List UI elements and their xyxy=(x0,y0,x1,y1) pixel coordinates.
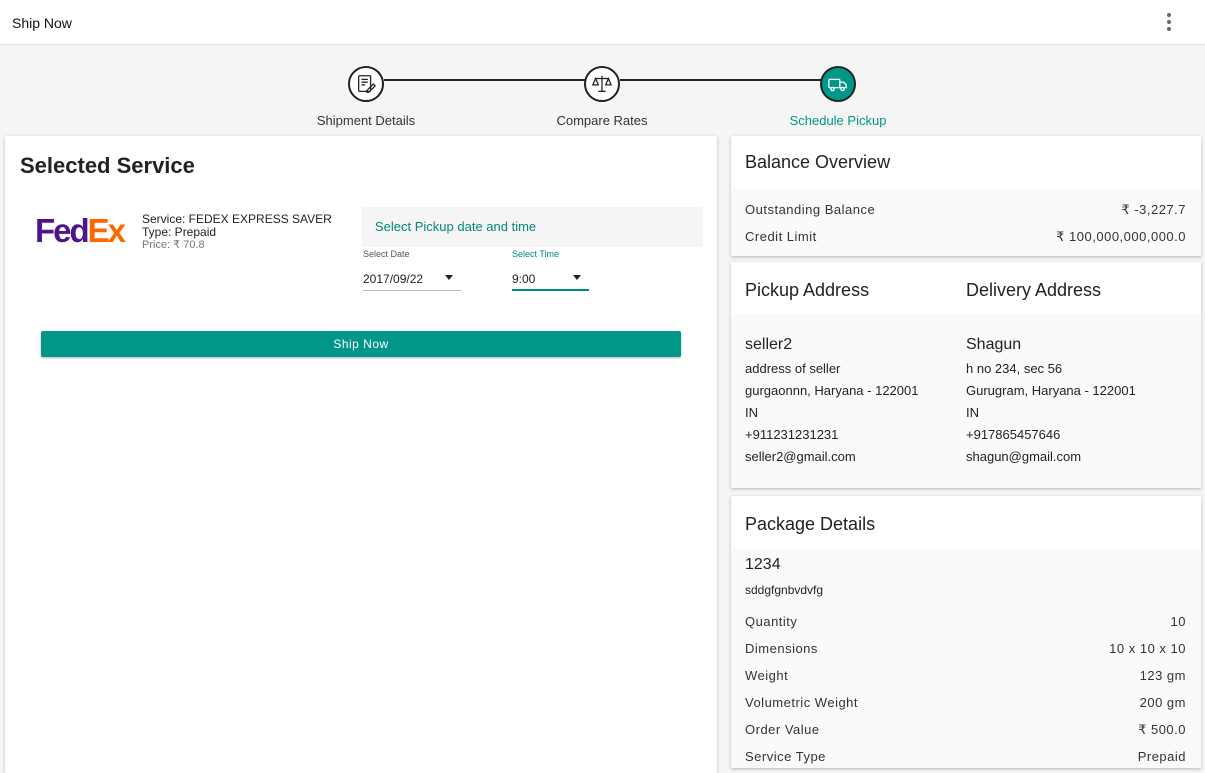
app-title: Ship Now xyxy=(12,15,72,31)
delivery-name: Shagun xyxy=(966,336,1022,353)
address-card: Pickup Address Delivery Address seller2 … xyxy=(731,262,1201,488)
pickup-country: IN xyxy=(745,405,758,420)
dropdown-arrow-icon xyxy=(445,275,453,280)
pickup-prompt: Select Pickup date and time xyxy=(375,219,537,234)
outstanding-label: Outstanding Balance xyxy=(745,202,876,217)
pickup-line1: address of seller xyxy=(745,361,841,376)
row-value: 10 x 10 x 10 xyxy=(1109,641,1186,656)
more-vert-icon[interactable] xyxy=(1159,12,1179,32)
row-label: Order Value xyxy=(745,722,820,737)
row-label: Weight xyxy=(745,668,789,683)
delivery-email: shagun@gmail.com xyxy=(966,449,1082,464)
step-label: Shipment Details xyxy=(316,113,416,128)
time-label: Select Time xyxy=(512,249,560,259)
row-label: Dimensions xyxy=(745,641,818,656)
address-header: Pickup Address Delivery Address xyxy=(731,262,1201,314)
outstanding-balance-row: Outstanding Balance ₹ -3,227.7 xyxy=(745,202,1186,218)
step-label: Schedule Pickup xyxy=(789,113,887,128)
pickup-phone: +911231231231 xyxy=(745,427,839,442)
row-value: 10 xyxy=(1170,614,1186,629)
package-row: Service Type Prepaid xyxy=(745,749,1186,764)
step-compare-rates[interactable]: Compare Rates xyxy=(522,45,682,128)
package-row: Dimensions 10 x 10 x 10 xyxy=(745,641,1186,656)
balance-heading: Balance Overview xyxy=(745,152,891,172)
date-select[interactable]: 2017/09/22 xyxy=(363,267,461,291)
step-label: Compare Rates xyxy=(556,113,648,128)
package-details-card: Package Details 1234 sddgfgnbvdvfg Quant… xyxy=(731,496,1201,768)
delivery-country: IN xyxy=(966,405,979,420)
service-price: Price: ₹ 70.8 xyxy=(142,239,205,251)
ship-now-button[interactable]: Ship Now xyxy=(41,331,681,357)
credit-limit-row: Credit Limit ₹ 100,000,000,000.0 xyxy=(745,229,1186,245)
pickup-prompt-box: Select Pickup date and time xyxy=(362,207,703,247)
service-type: Type: Prepaid xyxy=(142,225,217,239)
outstanding-value: ₹ -3,227.7 xyxy=(1121,202,1186,217)
pickup-line2: gurgaonnn, Haryana - 122001 xyxy=(745,383,919,398)
scales-icon xyxy=(584,66,620,102)
app-bar: Ship Now xyxy=(0,0,1205,45)
package-row: Quantity 10 xyxy=(745,614,1186,629)
date-label: Select Date xyxy=(363,249,410,259)
delivery-line1: h no 234, sec 56 xyxy=(966,361,1063,376)
dropdown-arrow-icon xyxy=(573,275,581,280)
selected-service-card: Selected Service FedEx Service: FEDEX EX… xyxy=(5,136,717,773)
row-value: Prepaid xyxy=(1137,749,1186,764)
package-body: 1234 sddgfgnbvdvfg Quantity 10 Dimension… xyxy=(731,548,1201,768)
step-shipment-details[interactable]: Shipment Details xyxy=(286,45,446,128)
row-value: 200 gm xyxy=(1139,695,1186,710)
address-body: seller2 address of seller gurgaonnn, Har… xyxy=(731,314,1201,488)
balance-body: Outstanding Balance ₹ -3,227.7 Credit Li… xyxy=(731,188,1201,256)
package-row: Order Value ₹ 500.0 xyxy=(745,722,1186,738)
truck-icon xyxy=(820,66,856,102)
delivery-phone: +917865457646 xyxy=(966,427,1061,442)
package-id: 1234 xyxy=(745,556,781,573)
time-select[interactable]: 9:00 xyxy=(512,267,589,291)
pickup-email: seller2@gmail.com xyxy=(745,449,856,464)
step-schedule-pickup[interactable]: Schedule Pickup xyxy=(758,45,918,128)
credit-value: ₹ 100,000,000,000.0 xyxy=(1056,229,1186,244)
pickup-address: seller2 address of seller gurgaonnn, Har… xyxy=(745,334,918,468)
delivery-address: Shagun h no 234, sec 56 Gurugram, Haryan… xyxy=(966,334,1136,468)
row-label: Quantity xyxy=(745,614,798,629)
delivery-line2: Gurugram, Haryana - 122001 xyxy=(966,383,1136,398)
package-description: sddgfgnbvdvfg xyxy=(745,583,824,597)
balance-header: Balance Overview xyxy=(731,136,1201,188)
pickup-name: seller2 xyxy=(745,336,793,353)
package-heading: Package Details xyxy=(745,514,876,534)
row-label: Volumetric Weight xyxy=(745,695,859,710)
row-value: 123 gm xyxy=(1139,668,1186,683)
delivery-address-heading: Delivery Address xyxy=(966,280,1102,300)
row-label: Service Type xyxy=(745,749,826,764)
pickup-address-heading: Pickup Address xyxy=(745,280,870,300)
service-info: Service: FEDEX EXPRESS SAVER Type: Prepa… xyxy=(142,213,332,252)
time-value: 9:00 xyxy=(512,272,536,286)
progress-stepper: Shipment Details Compare Rates Schedule … xyxy=(0,45,1205,135)
selected-service-heading: Selected Service xyxy=(20,153,195,178)
balance-overview-card: Balance Overview Outstanding Balance ₹ -… xyxy=(731,136,1201,256)
row-value: ₹ 500.0 xyxy=(1138,722,1186,737)
package-row: Weight 123 gm xyxy=(745,668,1186,683)
package-header: Package Details xyxy=(731,496,1201,548)
date-value: 2017/09/22 xyxy=(363,272,424,286)
edit-document-icon xyxy=(348,66,384,102)
fedex-logo: FedEx xyxy=(35,212,126,249)
credit-label: Credit Limit xyxy=(745,229,817,244)
package-row: Volumetric Weight 200 gm xyxy=(745,695,1186,710)
